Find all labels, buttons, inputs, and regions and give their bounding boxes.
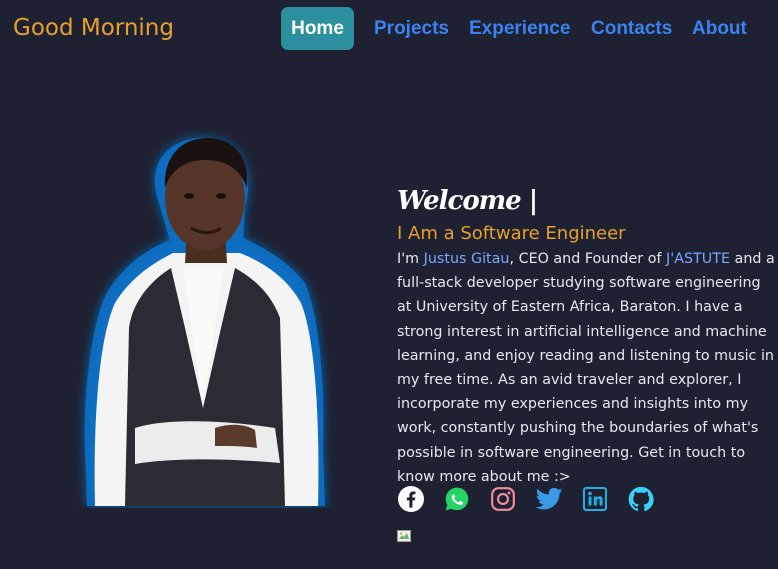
nav-home[interactable]: Home: [281, 7, 354, 50]
nav-contacts[interactable]: Contacts: [591, 7, 672, 50]
github-icon[interactable]: [627, 485, 655, 513]
linkedin-icon[interactable]: [581, 485, 609, 513]
twitter-icon[interactable]: [535, 485, 563, 513]
nav-about[interactable]: About: [692, 7, 747, 50]
author-name: Justus Gitau: [423, 251, 510, 267]
company-name: J'ASTUTE: [666, 251, 731, 267]
nav-projects[interactable]: Projects: [374, 7, 449, 50]
facebook-icon[interactable]: [397, 485, 425, 513]
bio-paragraph: I'm Justus Gitau, CEO and Founder of J'A…: [397, 247, 777, 489]
profile-photo: [75, 128, 345, 508]
nav-experience[interactable]: Experience: [469, 7, 570, 50]
instagram-icon[interactable]: [489, 485, 517, 513]
bio-text: and a full-stack developer studying soft…: [397, 251, 775, 485]
broken-image-icon: [397, 529, 413, 543]
greeting-title: Good Morning: [13, 15, 174, 41]
welcome-heading: Welcome |: [397, 186, 538, 216]
role-subtitle: I Am a Software Engineer: [397, 223, 626, 244]
bio-text: I'm: [397, 251, 424, 267]
whatsapp-icon[interactable]: [443, 485, 471, 513]
bio-text: , CEO and Founder of: [509, 251, 667, 267]
